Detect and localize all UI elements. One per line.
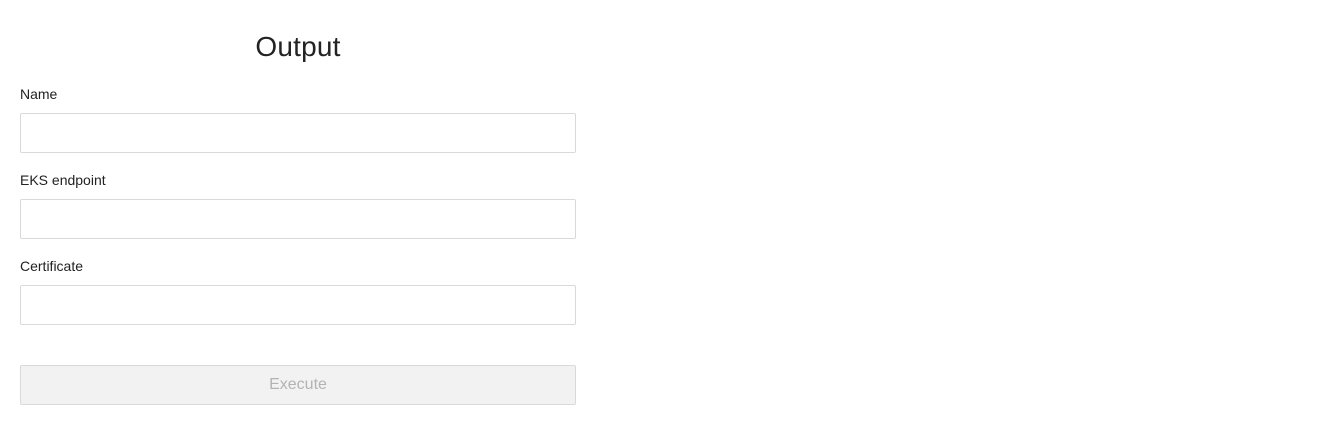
form-title: Output <box>255 31 341 62</box>
certificate-input[interactable] <box>20 285 576 325</box>
eks-endpoint-input[interactable] <box>20 199 576 239</box>
name-label: Name <box>20 86 58 102</box>
certificate-label: Certificate <box>20 258 84 274</box>
output-form: Output Name EKS endpoint Certificate Exe… <box>20 0 576 405</box>
execute-button[interactable]: Execute <box>20 365 576 405</box>
name-input[interactable] <box>20 113 576 153</box>
eks-endpoint-label: EKS endpoint <box>20 172 106 188</box>
